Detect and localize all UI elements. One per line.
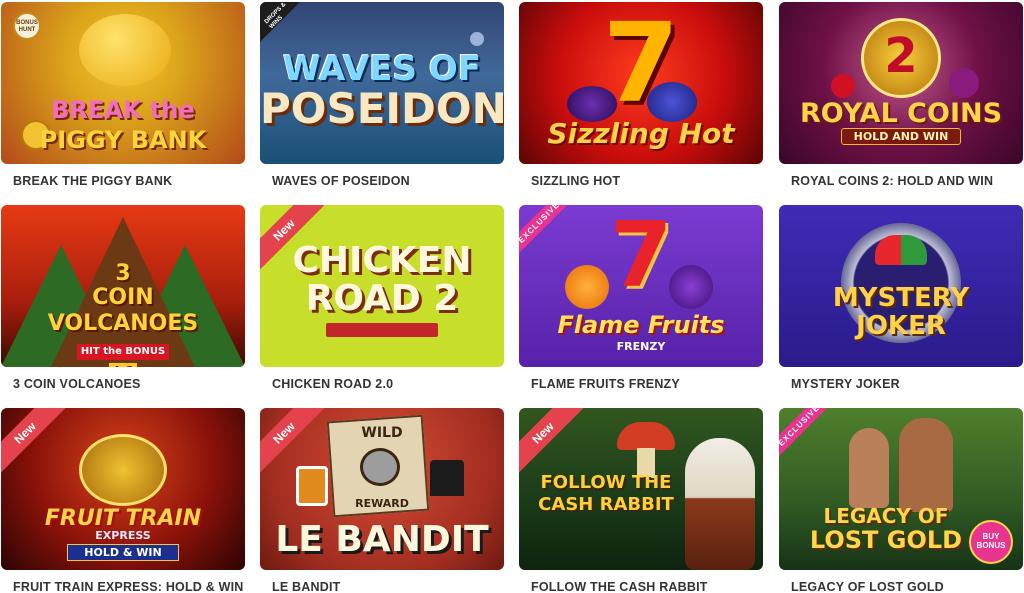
game-card-waves-of-poseidon[interactable]: DROPS & WINS WAVES OF POSEIDON WAVES OF … — [260, 2, 504, 188]
game-title[interactable]: SIZZLING HOT — [531, 174, 620, 188]
game-logo-line-2: JOKER — [856, 311, 946, 341]
grape-icon — [949, 68, 979, 98]
game-title[interactable]: LE BANDIT — [272, 580, 340, 593]
game-thumbnail[interactable]: New FOLLOW THE CASH RABBIT — [519, 408, 763, 570]
buy-bonus-text: BUY BONUS — [976, 532, 1006, 550]
cherry-icon — [831, 74, 855, 98]
raccoon-icon — [360, 448, 400, 486]
game-logo-line-1: CHICKEN — [292, 240, 472, 281]
multiplier-text: 4x3 — [108, 363, 138, 367]
game-card-fruit-train-express[interactable]: New FRUIT TRAIN EXPRESS HOLD & WIN FRUIT… — [1, 408, 245, 593]
game-grid: BONUS HUNT BREAK the PIGGY BANK BREAK TH… — [0, 0, 1024, 593]
exclusive-ribbon: EXCLUSIVE — [779, 408, 840, 467]
orange-icon — [565, 265, 609, 309]
mushroom-icon — [617, 422, 675, 450]
game-card-3-coin-volcanoes[interactable]: 3 COIN VOLCANOES HIT the BONUS 4x3 3 COIN… — [1, 205, 245, 391]
game-card-royal-coins-2[interactable]: 2 ROYAL COINS HOLD AND WIN ROYAL COINS 2… — [779, 2, 1023, 188]
game-card-mystery-joker[interactable]: MYSTERY JOKER MYSTERY JOKER — [779, 205, 1023, 391]
game-thumbnail[interactable]: 2 ROYAL COINS HOLD AND WIN — [779, 2, 1023, 164]
game-logo-line-1: 3 — [115, 261, 131, 286]
seven-icon: 7 — [602, 2, 680, 127]
trident-icon — [470, 32, 484, 46]
game-title[interactable]: BREAK THE PIGGY BANK — [13, 174, 172, 188]
game-thumbnail[interactable]: EXCLUSIVE LEGACY OF LOST GOLD BUY BONUS — [779, 408, 1023, 570]
game-logo-line-1: FRUIT TRAIN — [44, 506, 202, 531]
game-logo-line-3: LE BANDIT — [275, 519, 489, 560]
hit-the-bonus-text: HIT the BONUS — [76, 344, 170, 360]
game-thumbnail[interactable]: 3 COIN VOLCANOES HIT the BONUS 4x3 — [1, 205, 245, 367]
drops-and-wins-badge: DROPS & WINS — [260, 2, 300, 42]
game-logo-line-2: POSEIDON — [260, 84, 504, 133]
game-logo-line-3: HOLD AND WIN — [841, 128, 961, 145]
game-title[interactable]: FOLLOW THE CASH RABBIT — [531, 580, 708, 593]
game-logo-line-2: CASH RABBIT — [538, 494, 674, 515]
game-title[interactable]: FLAME FRUITS FRENZY — [531, 377, 680, 391]
game-thumbnail[interactable]: MYSTERY JOKER — [779, 205, 1023, 367]
joker-hat-icon — [875, 235, 927, 265]
piggy-icon — [79, 14, 171, 86]
grape-icon — [669, 265, 713, 309]
bonus-hunt-badge: BONUS HUNT — [13, 12, 41, 40]
adventurer-icon — [849, 428, 889, 508]
game-title[interactable]: MYSTERY JOKER — [791, 377, 900, 391]
game-card-legacy-of-lost-gold[interactable]: EXCLUSIVE LEGACY OF LOST GOLD BUY BONUS … — [779, 408, 1023, 593]
new-ribbon: New — [1, 408, 69, 477]
game-card-sizzling-hot[interactable]: 7 Sizzling Hot SIZZLING HOT — [519, 2, 763, 188]
game-logo-line-1: WAVES OF — [283, 49, 481, 89]
game-card-flame-fruits-frenzy[interactable]: EXCLUSIVE 7 Flame Fruits FRENZY FLAME FR… — [519, 205, 763, 391]
game-title[interactable]: LEGACY OF LOST GOLD — [791, 580, 944, 593]
new-ribbon: New — [519, 408, 587, 477]
game-logo-line-2: ROAD 2 — [305, 278, 459, 319]
game-logo-line-3: HOLD & WIN — [67, 544, 179, 561]
hit-the-bonus-label: HIT the BONUS 4x3 — [63, 341, 183, 367]
game-logo-line-1: FOLLOW THE — [540, 472, 672, 493]
train-icon — [79, 434, 167, 506]
beer-mug-icon — [296, 466, 328, 506]
game-logo-line-3: FRENZY — [616, 340, 666, 353]
adventurer-icon — [899, 418, 953, 512]
game-title[interactable]: 3 COIN VOLCANOES — [13, 377, 141, 391]
game-card-break-the-piggy-bank[interactable]: BONUS HUNT BREAK the PIGGY BANK BREAK TH… — [1, 2, 245, 188]
game-card-chicken-road-2[interactable]: New CHICKEN ROAD 2 CHICKEN ROAD 2.0 — [260, 205, 504, 391]
game-thumbnail[interactable]: New WILD REWARD LE BANDIT — [260, 408, 504, 570]
game-logo-line-3: VOLCANOES — [47, 311, 199, 336]
hat-icon — [430, 460, 464, 496]
game-logo-line-2: EXPRESS — [95, 529, 151, 542]
game-thumbnail[interactable]: New FRUIT TRAIN EXPRESS HOLD & WIN — [1, 408, 245, 570]
game-title[interactable]: ROYAL COINS 2: HOLD AND WIN — [791, 174, 993, 188]
grape-icon — [647, 82, 697, 122]
seven-icon: 7 — [609, 205, 673, 308]
game-logo-line-2: LOST GOLD — [809, 526, 963, 554]
road-stripe — [326, 323, 438, 337]
game-thumbnail[interactable]: 7 Sizzling Hot — [519, 2, 763, 164]
game-thumbnail[interactable]: EXCLUSIVE 7 Flame Fruits FRENZY — [519, 205, 763, 367]
game-logo-line-1: WILD — [361, 425, 403, 441]
game-logo-line-1: MYSTERY — [832, 283, 970, 313]
game-logo-line-1: 2 — [884, 28, 918, 84]
game-thumbnail[interactable]: BONUS HUNT BREAK the PIGGY BANK — [1, 2, 245, 164]
game-thumbnail[interactable]: DROPS & WINS WAVES OF POSEIDON — [260, 2, 504, 164]
game-logo-line-2: Sizzling Hot — [547, 117, 735, 150]
game-title[interactable]: FRUIT TRAIN EXPRESS: HOLD & WIN — [13, 580, 244, 593]
game-logo-line-2: ROYAL COINS — [799, 98, 1003, 129]
game-card-le-bandit[interactable]: New WILD REWARD LE BANDIT LE BANDIT — [260, 408, 504, 593]
game-logo-line-2: Flame Fruits — [557, 311, 725, 339]
rabbit-icon — [685, 438, 755, 570]
game-title[interactable]: CHICKEN ROAD 2.0 — [272, 377, 393, 391]
game-thumbnail[interactable]: New CHICKEN ROAD 2 — [260, 205, 504, 367]
game-title[interactable]: WAVES OF POSEIDON — [272, 174, 410, 188]
game-logo-line-1: BREAK the — [51, 96, 195, 124]
game-card-follow-the-cash-rabbit[interactable]: New FOLLOW THE CASH RABBIT FOLLOW THE CA… — [519, 408, 763, 593]
game-logo-line-2: PIGGY BANK — [39, 126, 207, 154]
game-logo-line-1: LEGACY OF — [823, 504, 949, 528]
game-logo-line-2: COIN — [92, 285, 154, 310]
